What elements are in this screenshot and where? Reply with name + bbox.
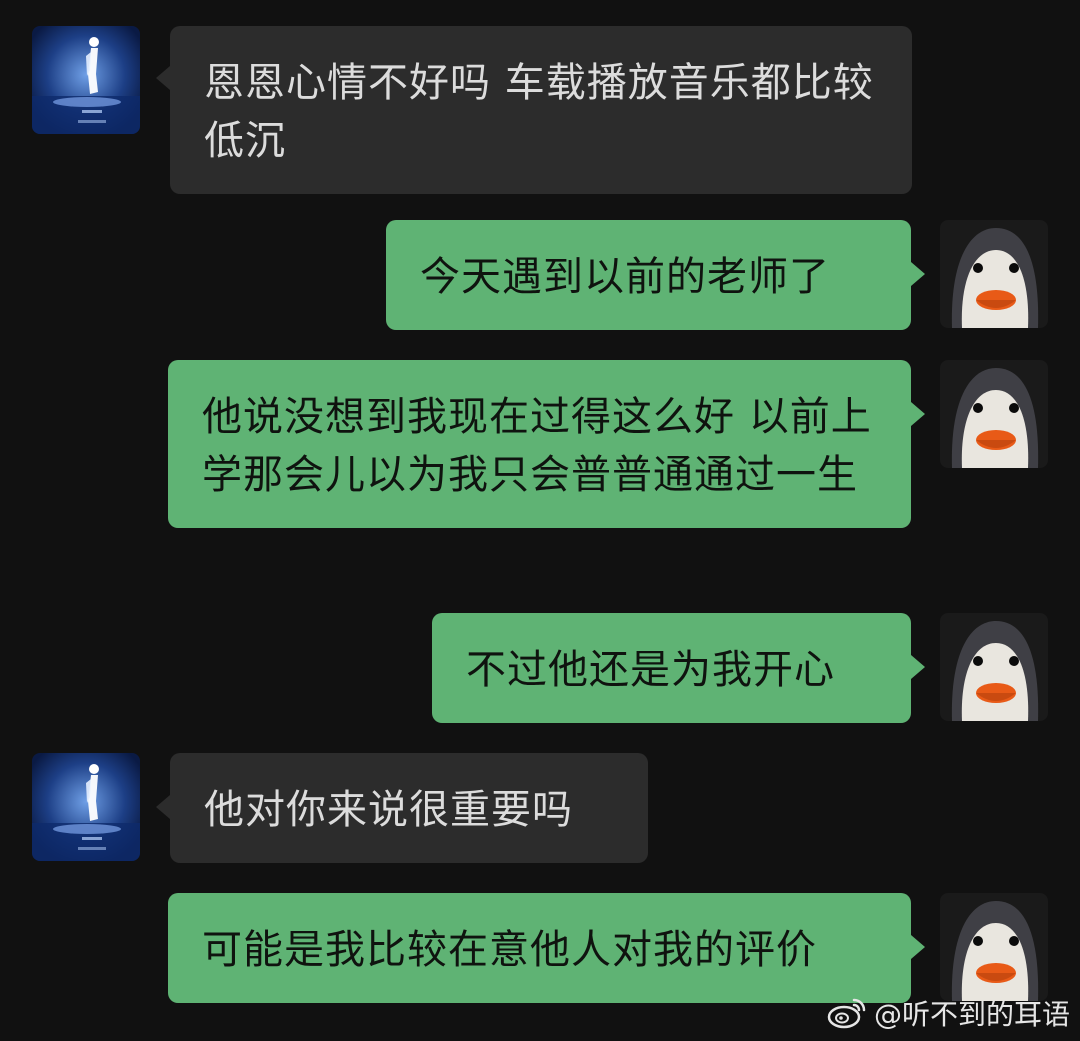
self-avatar[interactable] [940, 613, 1048, 721]
bubble-tail [156, 66, 170, 90]
message-bubble[interactable]: 今天遇到以前的老师了 [386, 220, 911, 330]
contact-avatar[interactable] [32, 753, 140, 861]
message-bubble[interactable]: 可能是我比较在意他人对我的评价 [168, 893, 911, 1003]
weibo-watermark: @听不到的耳语 [826, 993, 1070, 1033]
message-bubble[interactable]: 他说没想到我现在过得这么好 以前上学那会儿以为我只会普普通通过一生 [168, 360, 911, 528]
penguin-avatar-icon [940, 893, 1048, 1001]
bubble-tail [911, 655, 925, 679]
self-avatar[interactable] [940, 893, 1048, 1001]
message-bubble[interactable]: 他对你来说很重要吗 [170, 753, 648, 863]
bubble-tail [911, 935, 925, 959]
weibo-icon [827, 998, 866, 1029]
self-avatar[interactable] [940, 220, 1048, 328]
penguin-avatar-icon [940, 360, 1048, 468]
watermark-text: @听不到的耳语 [873, 998, 1070, 1031]
bubble-tail [911, 262, 925, 286]
penguin-avatar-icon [940, 613, 1048, 721]
bubble-tail [911, 402, 925, 426]
contact-avatar[interactable] [32, 26, 140, 134]
message-bubble[interactable]: 不过他还是为我开心 [432, 613, 911, 723]
bubble-tail [156, 795, 170, 819]
glowing-figure-avatar-icon [32, 753, 140, 861]
self-avatar[interactable] [940, 360, 1048, 468]
message-bubble[interactable]: 恩恩心情不好吗 车载播放音乐都比较低沉 [170, 26, 912, 194]
penguin-avatar-icon [940, 220, 1048, 328]
glowing-figure-avatar-icon [32, 26, 140, 134]
